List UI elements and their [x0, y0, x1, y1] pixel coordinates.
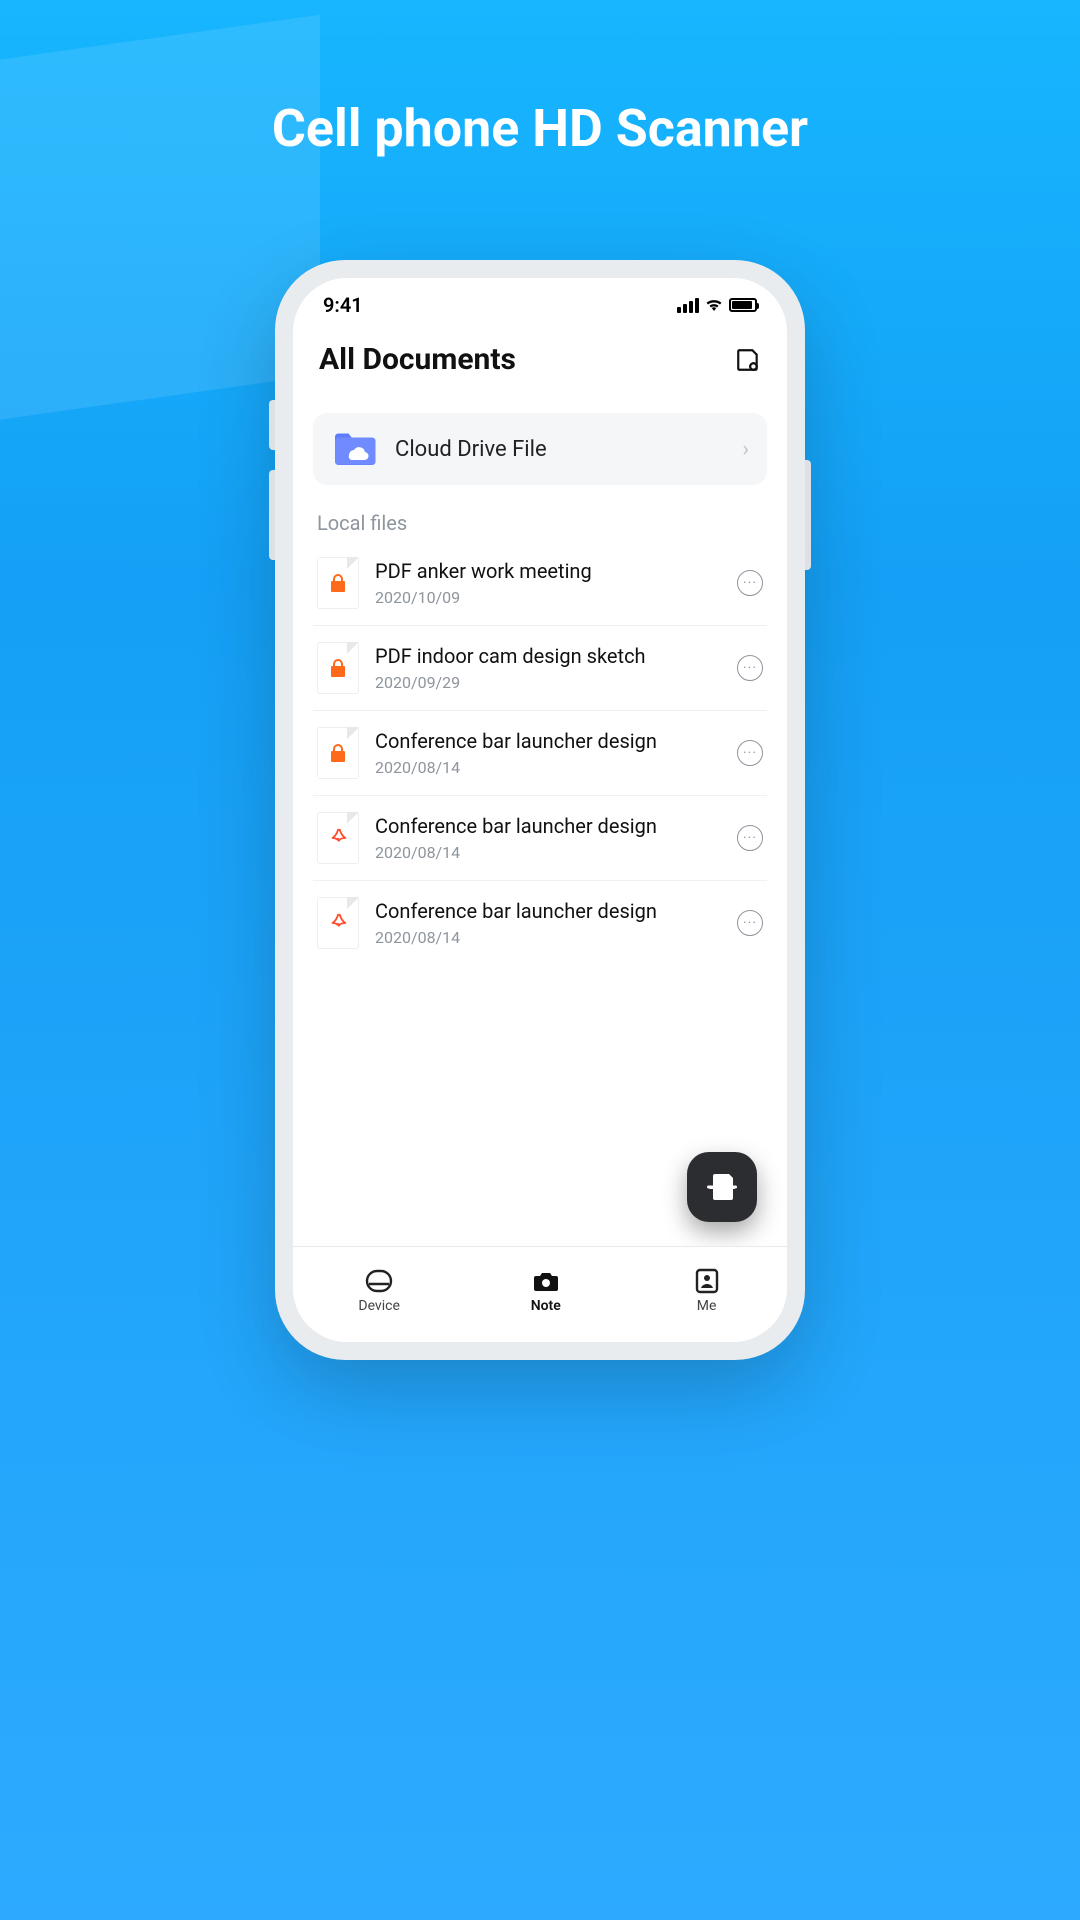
file-title: Conference bar launcher design	[375, 814, 721, 839]
file-title: Conference bar launcher design	[375, 729, 721, 754]
lock-doc-icon	[317, 727, 359, 779]
more-button[interactable]: ···	[737, 910, 763, 936]
file-date: 2020/09/29	[375, 673, 721, 692]
pdf-doc-icon	[317, 812, 359, 864]
tab-label: Device	[358, 1298, 399, 1314]
pdf-doc-icon	[317, 897, 359, 949]
file-row[interactable]: Conference bar launcher design 2020/08/1…	[313, 711, 767, 796]
lock-doc-icon	[317, 642, 359, 694]
tab-note[interactable]: Note	[531, 1268, 561, 1314]
file-title: PDF anker work meeting	[375, 559, 721, 584]
phone-frame: 9:41 All Documents Cloud Drive File ›	[275, 260, 805, 1360]
more-button[interactable]: ···	[737, 825, 763, 851]
more-button[interactable]: ···	[737, 740, 763, 766]
file-title: Conference bar launcher design	[375, 899, 721, 924]
more-button[interactable]: ···	[737, 655, 763, 681]
file-date: 2020/08/14	[375, 843, 721, 862]
file-row[interactable]: Conference bar launcher design 2020/08/1…	[313, 796, 767, 881]
background-shape	[0, 15, 320, 426]
file-row[interactable]: PDF anker work meeting 2020/10/09 ···	[313, 541, 767, 626]
camera-icon	[531, 1268, 561, 1294]
lock-doc-icon	[317, 557, 359, 609]
chevron-right-icon: ›	[742, 437, 749, 462]
save-settings-icon[interactable]	[735, 347, 761, 373]
status-bar: 9:41	[293, 278, 787, 324]
status-time: 9:41	[323, 293, 363, 317]
page-title: All Documents	[319, 342, 516, 377]
cellular-icon	[677, 298, 699, 313]
phone-screen: 9:41 All Documents Cloud Drive File ›	[293, 278, 787, 1342]
tab-me[interactable]: Me	[692, 1268, 722, 1314]
file-date: 2020/08/14	[375, 758, 721, 777]
file-date: 2020/10/09	[375, 588, 721, 607]
page-header: All Documents	[293, 324, 787, 387]
cloud-folder-icon	[331, 429, 379, 469]
file-row[interactable]: PDF indoor cam design sketch 2020/09/29 …	[313, 626, 767, 711]
wifi-icon	[705, 298, 723, 312]
scan-icon	[707, 1171, 737, 1203]
tab-device[interactable]: Device	[358, 1268, 399, 1314]
cloud-drive-card[interactable]: Cloud Drive File ›	[313, 413, 767, 485]
file-title: PDF indoor cam design sketch	[375, 644, 721, 669]
tab-label: Note	[531, 1298, 561, 1314]
battery-icon	[729, 298, 757, 312]
bottom-tabbar: Device Note Me	[293, 1246, 787, 1342]
local-files-label: Local files	[293, 501, 787, 541]
scan-fab-button[interactable]	[687, 1152, 757, 1222]
more-button[interactable]: ···	[737, 570, 763, 596]
banner-title: Cell phone HD Scanner	[0, 98, 1080, 159]
file-date: 2020/08/14	[375, 928, 721, 947]
tab-label: Me	[697, 1298, 717, 1314]
profile-icon	[692, 1268, 722, 1294]
device-icon	[364, 1268, 394, 1294]
file-list: PDF anker work meeting 2020/10/09 ··· PD…	[293, 541, 787, 965]
cloud-drive-label: Cloud Drive File	[395, 437, 726, 462]
file-row[interactable]: Conference bar launcher design 2020/08/1…	[313, 881, 767, 965]
